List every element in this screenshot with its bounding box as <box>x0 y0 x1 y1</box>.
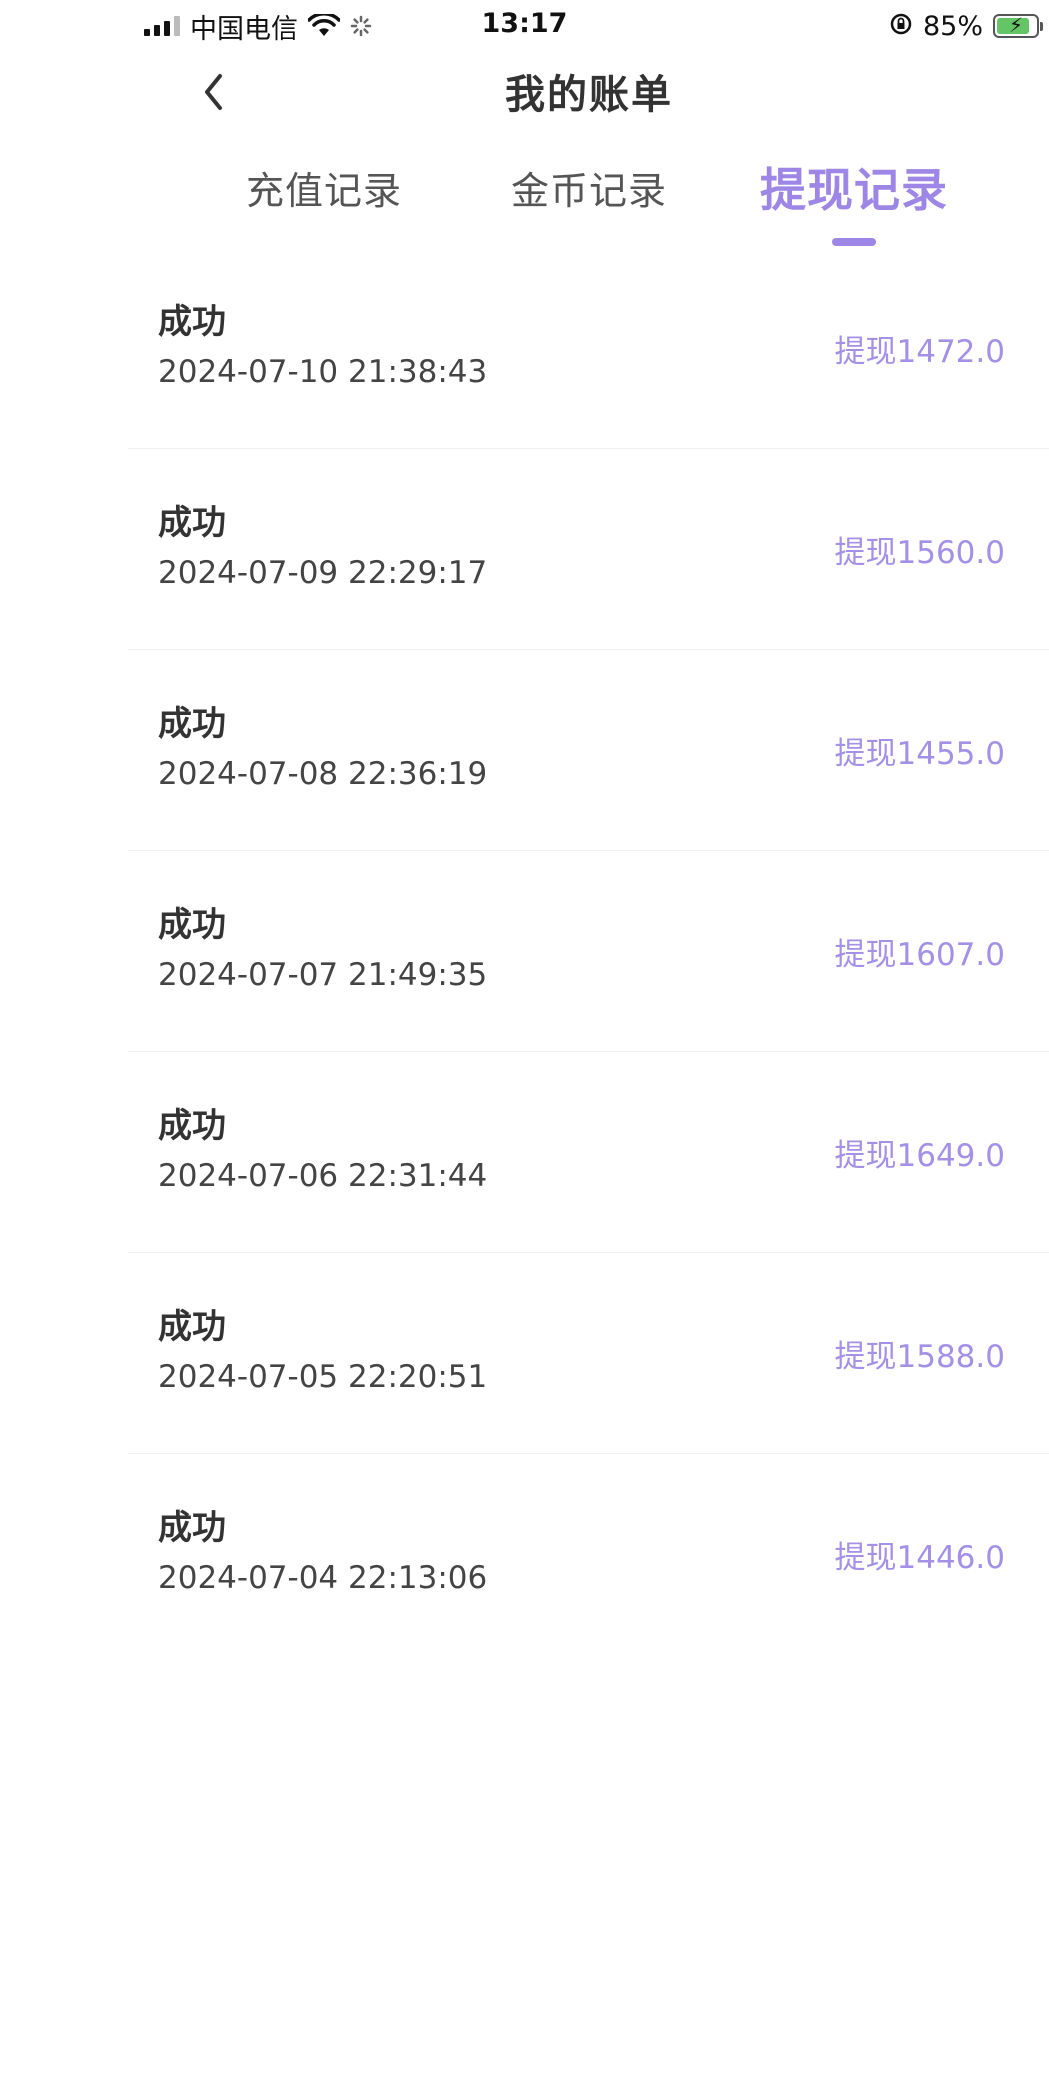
orientation-lock-icon <box>889 12 913 40</box>
page-title: 我的账单 <box>505 72 673 118</box>
record-time: 2024-07-05 22:20:51 <box>158 1359 488 1395</box>
record-time: 2024-07-10 21:38:43 <box>158 354 488 390</box>
list-item[interactable]: 成功 2024-07-06 22:31:44 提现1649.0 <box>128 1052 1049 1253</box>
record-amount: 提现1588.0 <box>834 1339 1005 1375</box>
record-status: 成功 <box>158 905 226 945</box>
nav-bar: 我的账单 <box>0 52 1049 132</box>
list-item[interactable]: 成功 2024-07-10 21:38:43 提现1472.0 <box>128 248 1049 449</box>
tab-recharge-records[interactable]: 充值记录 <box>246 160 402 215</box>
record-status: 成功 <box>158 704 226 744</box>
battery-icon: ⚡ <box>993 13 1043 38</box>
record-amount: 提现1607.0 <box>834 937 1005 973</box>
tab-bar: 充值记录 金币记录 提现记录 <box>0 150 1049 260</box>
tab-coin-records[interactable]: 金币记录 <box>511 160 667 215</box>
active-tab-indicator <box>832 238 876 246</box>
record-amount: 提现1560.0 <box>834 535 1005 571</box>
record-status: 成功 <box>158 1307 226 1347</box>
record-time: 2024-07-06 22:31:44 <box>158 1158 488 1194</box>
record-status: 成功 <box>158 302 226 342</box>
list-item[interactable]: 成功 2024-07-05 22:20:51 提现1588.0 <box>128 1253 1049 1454</box>
record-status: 成功 <box>158 1106 226 1146</box>
list-item[interactable]: 成功 2024-07-08 22:36:19 提现1455.0 <box>128 650 1049 851</box>
record-amount: 提现1649.0 <box>834 1138 1005 1174</box>
withdrawal-record-list: 成功 2024-07-10 21:38:43 提现1472.0 成功 2024-… <box>128 248 1049 1654</box>
record-amount: 提现1446.0 <box>834 1540 1005 1576</box>
record-status: 成功 <box>158 1508 226 1548</box>
record-amount: 提现1472.0 <box>834 334 1005 370</box>
record-time: 2024-07-09 22:29:17 <box>158 555 488 591</box>
status-bar: 中国电信 13:17 85% ⚡ <box>0 0 1049 52</box>
record-amount: 提现1455.0 <box>834 736 1005 772</box>
record-time: 2024-07-04 22:13:06 <box>158 1560 488 1596</box>
list-item[interactable]: 成功 2024-07-07 21:49:35 提现1607.0 <box>128 851 1049 1052</box>
list-item[interactable]: 成功 2024-07-09 22:29:17 提现1560.0 <box>128 449 1049 650</box>
record-status: 成功 <box>158 503 226 543</box>
record-time: 2024-07-07 21:49:35 <box>158 957 488 993</box>
battery-percent: 85% <box>922 10 983 42</box>
charging-bolt-icon: ⚡ <box>1008 13 1024 37</box>
record-time: 2024-07-08 22:36:19 <box>158 756 488 792</box>
list-item[interactable]: 成功 2024-07-04 22:13:06 提现1446.0 <box>128 1454 1049 1654</box>
tab-withdrawal-records[interactable]: 提现记录 <box>760 154 948 220</box>
status-bar-right: 85% ⚡ <box>889 10 1043 42</box>
